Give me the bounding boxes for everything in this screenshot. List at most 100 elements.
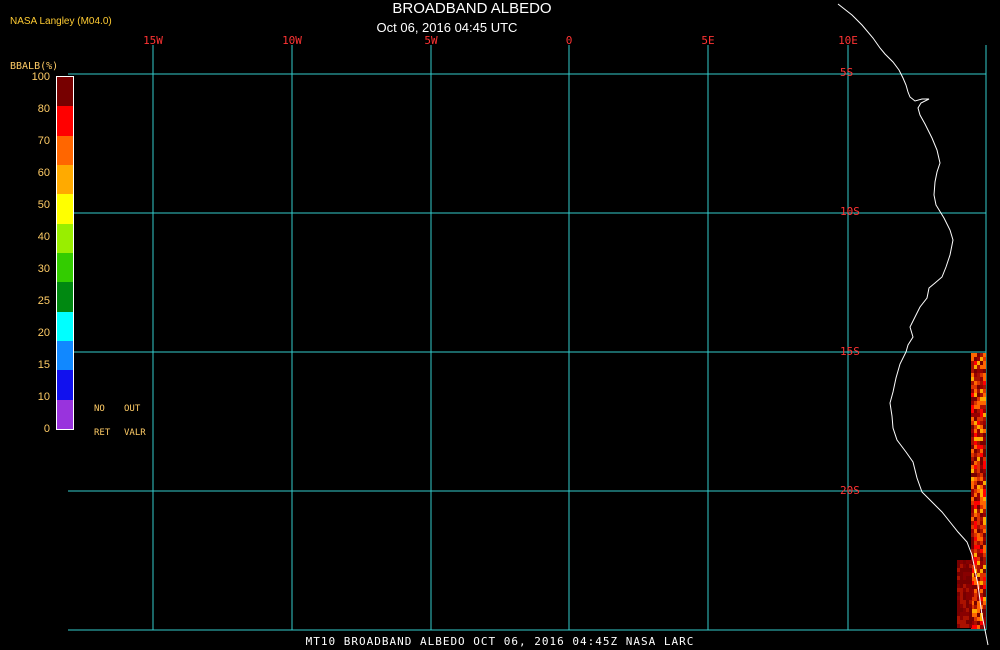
albedo-pixel bbox=[977, 409, 980, 413]
albedo-pixel bbox=[971, 361, 974, 365]
albedo-pixel bbox=[966, 620, 969, 624]
albedo-pixel bbox=[977, 369, 980, 373]
colorbar-tick: 100 bbox=[31, 71, 50, 83]
albedo-pixel bbox=[974, 581, 977, 585]
albedo-pixel bbox=[983, 473, 986, 477]
albedo-pixel bbox=[977, 429, 980, 433]
albedo-pixel bbox=[957, 612, 960, 616]
albedo-pixel bbox=[977, 617, 980, 621]
colorbar-tick: 40 bbox=[37, 231, 50, 243]
albedo-pixel bbox=[977, 381, 980, 385]
colorbar-tick: 10 bbox=[37, 391, 50, 403]
albedo-pixel bbox=[980, 437, 983, 441]
albedo-pixel bbox=[977, 541, 980, 545]
albedo-pixel bbox=[980, 517, 983, 521]
albedo-pixel bbox=[957, 560, 960, 564]
albedo-pixel bbox=[974, 589, 977, 593]
albedo-pixel bbox=[980, 493, 983, 497]
albedo-pixel bbox=[969, 580, 972, 584]
colorbar-swatch bbox=[57, 370, 73, 400]
albedo-pixel bbox=[960, 584, 963, 588]
albedo-pixel bbox=[983, 525, 986, 529]
albedo-pixel bbox=[980, 509, 983, 513]
albedo-pixel bbox=[963, 616, 966, 620]
albedo-pixel bbox=[977, 389, 980, 393]
albedo-pixel bbox=[983, 421, 986, 425]
albedo-pixel bbox=[966, 608, 969, 612]
albedo-pixel bbox=[969, 560, 972, 564]
albedo-pixel bbox=[974, 381, 977, 385]
lon-label-10e: 10E bbox=[838, 34, 858, 47]
albedo-pixel bbox=[977, 425, 980, 429]
albedo-pixel bbox=[980, 489, 983, 493]
albedo-pixel bbox=[983, 469, 986, 473]
albedo-pixel bbox=[974, 517, 977, 521]
albedo-pixel bbox=[974, 505, 977, 509]
albedo-pixel bbox=[969, 624, 972, 628]
albedo-pixel bbox=[983, 545, 986, 549]
albedo-pixel bbox=[983, 553, 986, 557]
albedo-pixel bbox=[980, 533, 983, 537]
albedo-pixel bbox=[977, 477, 980, 481]
albedo-pixel bbox=[974, 509, 977, 513]
albedo-pixel bbox=[957, 600, 960, 604]
albedo-pixel bbox=[971, 545, 974, 549]
albedo-pixel bbox=[971, 521, 974, 525]
albedo-pixel bbox=[966, 560, 969, 564]
albedo-pixel bbox=[969, 616, 972, 620]
albedo-pixel bbox=[983, 609, 986, 613]
albedo-pixel bbox=[977, 533, 980, 537]
albedo-pixel bbox=[983, 557, 986, 561]
albedo-pixel bbox=[980, 465, 983, 469]
albedo-pixel bbox=[971, 465, 974, 469]
albedo-pixel bbox=[983, 357, 986, 361]
map-canvas bbox=[68, 3, 989, 646]
albedo-pixel bbox=[977, 517, 980, 521]
albedo-pixel bbox=[980, 577, 983, 581]
albedo-pixel bbox=[977, 469, 980, 473]
albedo-pixel bbox=[980, 425, 983, 429]
albedo-pixel bbox=[983, 509, 986, 513]
albedo-pixel bbox=[971, 473, 974, 477]
albedo-pixel bbox=[977, 529, 980, 533]
albedo-pixel bbox=[966, 600, 969, 604]
albedo-pixel bbox=[980, 505, 983, 509]
albedo-pixel bbox=[963, 612, 966, 616]
albedo-pixel bbox=[983, 497, 986, 501]
albedo-pixel bbox=[971, 369, 974, 373]
albedo-pixel bbox=[969, 620, 972, 624]
albedo-pixel bbox=[977, 465, 980, 469]
albedo-pixel bbox=[983, 533, 986, 537]
albedo-pixel bbox=[977, 441, 980, 445]
albedo-pixel bbox=[977, 549, 980, 553]
albedo-pixel bbox=[983, 437, 986, 441]
albedo-pixel bbox=[960, 580, 963, 584]
albedo-pixel bbox=[977, 521, 980, 525]
albedo-pixel bbox=[957, 564, 960, 568]
albedo-pixel bbox=[974, 353, 977, 357]
albedo-pixel bbox=[971, 409, 974, 413]
colorbar-swatch bbox=[57, 223, 73, 254]
albedo-pixel bbox=[960, 576, 963, 580]
albedo-pixel bbox=[974, 405, 977, 409]
albedo-pixel bbox=[983, 377, 986, 381]
albedo-pixel bbox=[974, 513, 977, 517]
albedo-pixel bbox=[969, 600, 972, 604]
albedo-pixel bbox=[957, 592, 960, 596]
albedo-pixel bbox=[960, 588, 963, 592]
albedo-pixel bbox=[969, 564, 972, 568]
albedo-pixel bbox=[980, 549, 983, 553]
albedo-pixel bbox=[957, 576, 960, 580]
albedo-pixel bbox=[980, 401, 983, 405]
albedo-pixel bbox=[983, 601, 986, 605]
albedo-pixel bbox=[983, 477, 986, 481]
albedo-pixel bbox=[974, 373, 977, 377]
albedo-pixel bbox=[980, 541, 983, 545]
albedo-pixel bbox=[980, 453, 983, 457]
albedo-pixel bbox=[969, 612, 972, 616]
albedo-pixel bbox=[966, 604, 969, 608]
albedo-pixel bbox=[971, 529, 974, 533]
albedo-pixel bbox=[983, 461, 986, 465]
albedo-pixel bbox=[974, 357, 977, 361]
albedo-pixel bbox=[974, 597, 977, 601]
